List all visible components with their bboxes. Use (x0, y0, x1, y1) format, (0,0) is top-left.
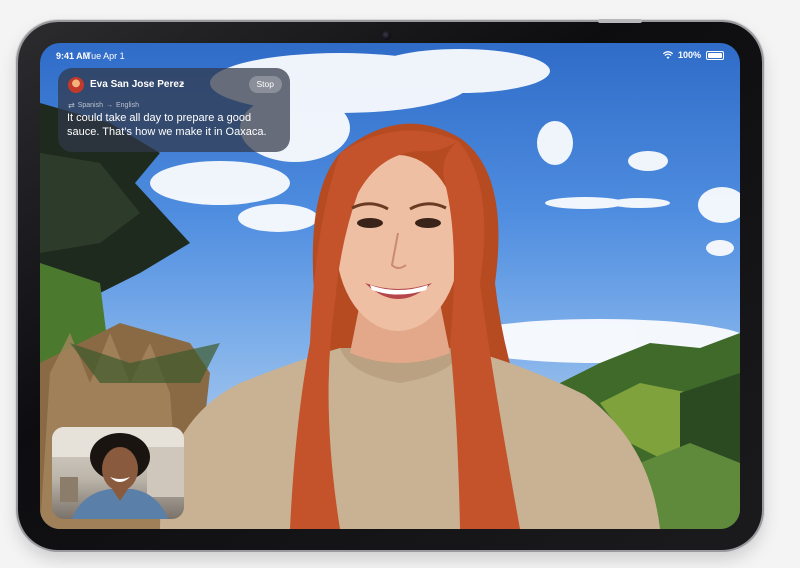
front-camera (382, 31, 391, 40)
stop-translation-button[interactable]: Stop (248, 76, 282, 93)
facetime-screen: 9:41 AM Tue Apr 1 100% Eva San Jose Pere… (40, 43, 740, 529)
caller-name[interactable]: Eva San Jose Perez (90, 79, 184, 90)
language-pair: ⇄ Spanish → English (68, 101, 139, 110)
battery-percent: 100% (677, 50, 701, 60)
source-language: Spanish (77, 102, 103, 109)
status-right: 100% (662, 50, 724, 60)
top-button (598, 19, 642, 23)
battery-icon (706, 50, 724, 60)
status-date: Tue Apr 1 (86, 51, 125, 61)
translated-text: It could take all day to prepare a good … (67, 112, 267, 138)
live-translation-banner: Eva San Jose Perez › Stop ⇄ Spanish → En… (58, 68, 290, 152)
status-bar: 9:41 AM Tue Apr 1 100% (40, 43, 740, 65)
target-language: English (116, 102, 139, 109)
ipad-device: 9:41 AM Tue Apr 1 100% Eva San Jose Pere… (18, 19, 762, 550)
chevron-right-icon[interactable]: › (181, 78, 184, 89)
translate-icon: ⇄ (68, 101, 75, 110)
caller-avatar (68, 77, 84, 93)
self-view-video (52, 427, 184, 519)
arrow-right-icon: → (106, 102, 113, 109)
self-view-tile[interactable] (52, 427, 184, 519)
wifi-icon (662, 51, 673, 59)
